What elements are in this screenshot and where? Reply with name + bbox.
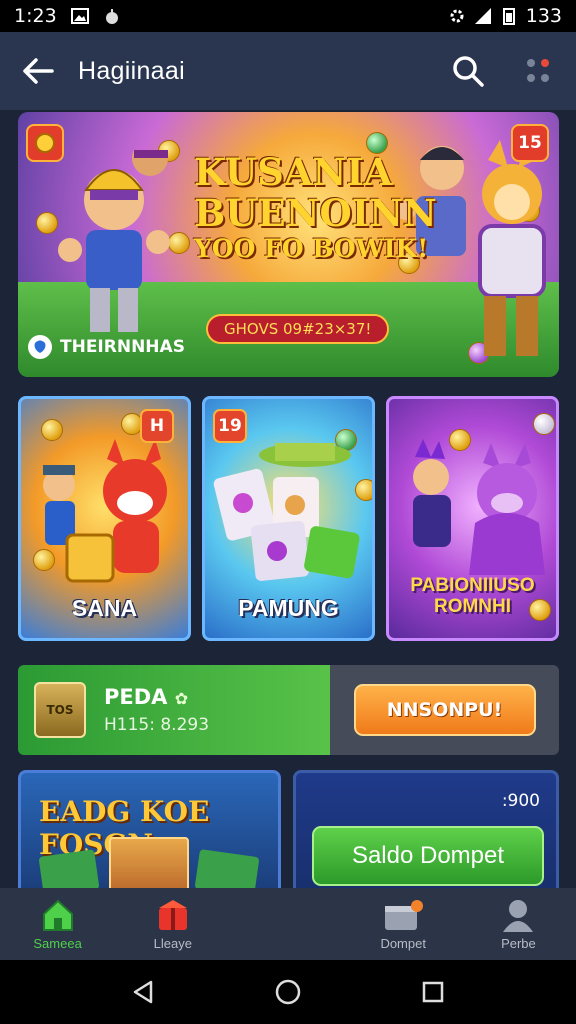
circle-home-icon (275, 979, 301, 1005)
home-icon (42, 899, 73, 931)
more-button[interactable] (520, 53, 556, 89)
nav-label: Perbe (501, 935, 536, 951)
coin-icon (41, 419, 63, 441)
coin-icon (533, 413, 555, 435)
saldo-dompet-button[interactable]: Saldo Dompet (312, 826, 544, 886)
bottom-navigation: Sameea Lleaye Dompet Perbe (0, 888, 576, 960)
nav-item-home[interactable]: Sameea (0, 888, 115, 960)
battery-icon (502, 8, 515, 25)
game-card-sana[interactable]: H SANA (18, 396, 191, 641)
more-dots-icon (527, 59, 549, 82)
nav-label: Dompet (380, 935, 426, 951)
brand-logo-icon (28, 335, 52, 359)
hero-brand: THEIRNNHAS (28, 335, 185, 359)
card-title: PAMUNG (238, 595, 339, 621)
fox-character (43, 439, 167, 583)
wallet-amount: :900 (501, 791, 540, 811)
clover-icon: ✿ (174, 689, 189, 708)
nav-label: Sameea (33, 935, 82, 951)
game-card-pabioniiuso[interactable]: PABIONIIUSO ROMNHI (386, 396, 559, 641)
tile-icon (38, 849, 100, 888)
status-time: 1:23 (14, 5, 57, 27)
card-title: SANA (71, 595, 138, 621)
settings-icon (450, 9, 464, 23)
nav-item-profile[interactable]: Perbe (461, 888, 576, 960)
nav-item-dompet[interactable]: Dompet (346, 888, 461, 960)
hero-title-line2: BUENOINN (194, 191, 437, 236)
treasure-box-icon (109, 837, 189, 888)
triangle-back-icon (133, 980, 152, 1004)
card-title-line2: ROMNHI (433, 596, 512, 618)
promo-action-area: NNSONPU! (330, 665, 559, 755)
promo-claim-button[interactable]: NNSONPU! (353, 684, 536, 736)
hero-banner[interactable]: 15 KUSANIA BUENOINN YOO FO BOWIK! GHOVS … (18, 112, 559, 377)
hero-title-line1: KUSANIA (194, 150, 393, 194)
game-tile-boxes[interactable]: EADG KOE FOSGN (18, 770, 281, 888)
square-recents-icon (423, 981, 444, 1003)
status-bar: 1:23 133 (0, 0, 576, 32)
system-navigation-bar (0, 960, 576, 1024)
nav-label: Lleaye (153, 935, 192, 951)
card-title-line1: PABIONIIUSO (410, 575, 535, 597)
hero-title-line3: YOO FO BOWIK! (194, 233, 429, 263)
gallery-icon (70, 8, 89, 24)
wallet-icon (385, 899, 424, 930)
hero-cta-button[interactable]: GHOVS 09#23×37! (206, 314, 390, 344)
app-bar: Hagiinaai (0, 32, 576, 110)
card-badge: 19 (213, 409, 247, 443)
search-icon (453, 56, 484, 87)
game-card-row: H SANA 19 PAMUNG PABIONIIUSO ROMNHI (18, 396, 559, 641)
promo-name: PEDA ✿ (104, 685, 188, 709)
promo-banner: TOS PEDA ✿ H115: 8.293 NNSONPU! (18, 665, 559, 755)
gift-box-icon: TOS (34, 682, 86, 738)
coin-badge-icon (35, 133, 55, 153)
game-card-pamung[interactable]: 19 PAMUNG (202, 396, 375, 641)
back-button[interactable] (20, 53, 56, 89)
hero-badge-left (26, 124, 64, 162)
promo-meta: H115: 8.293 (104, 715, 210, 735)
promo-name-label: PEDA (104, 685, 168, 709)
system-back-button[interactable] (123, 972, 163, 1012)
card-title: PABIONIIUSO ROMNHI (389, 575, 556, 618)
back-arrow-icon (23, 58, 54, 84)
hero-title: KUSANIA BUENOINN YOO FO BOWIK! (194, 150, 437, 263)
card-badge: H (140, 409, 174, 443)
mahjong-tiles-illustration (213, 443, 360, 581)
nav-item-lleaye[interactable]: Lleaye (115, 888, 230, 960)
hero-character-left (58, 150, 170, 332)
promo-info: TOS PEDA ✿ H115: 8.293 (18, 665, 330, 755)
search-button[interactable] (450, 53, 486, 89)
gift-icon (158, 899, 187, 930)
hero-brand-label: THEIRNNHAS (60, 337, 185, 357)
battery-level: 133 (525, 5, 562, 27)
profile-icon (503, 899, 534, 932)
cat-character (413, 439, 545, 575)
system-home-button[interactable] (268, 972, 308, 1012)
signal-icon (474, 8, 491, 24)
page-title: Hagiinaai (78, 56, 185, 85)
apple-icon (105, 9, 118, 24)
system-recents-button[interactable] (413, 972, 453, 1012)
hero-badge-right: 15 (511, 124, 549, 162)
wallet-tile: :900 Saldo Dompet (293, 770, 559, 888)
nav-item-empty (230, 888, 345, 960)
